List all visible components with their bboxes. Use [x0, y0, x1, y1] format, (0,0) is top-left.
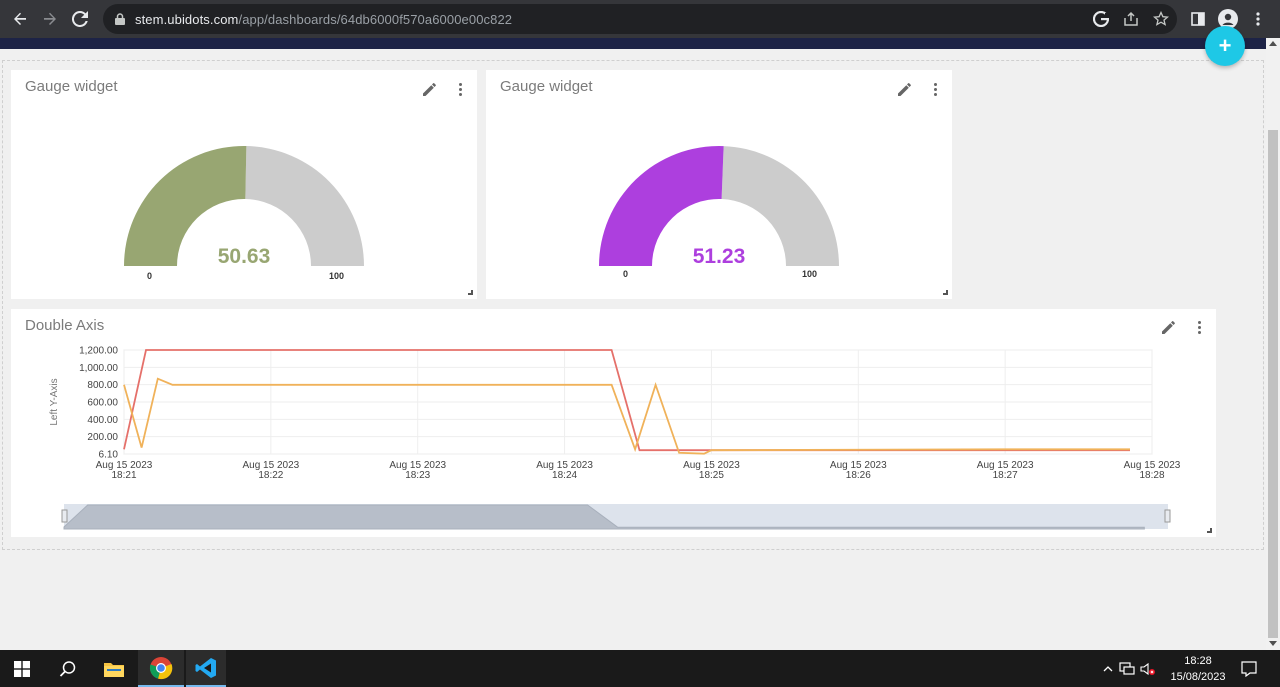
x-tick-label: 18:23	[405, 470, 430, 481]
gauge-max-label: 100	[329, 271, 345, 281]
navigator-handle-left	[61, 509, 68, 523]
lock-icon[interactable]	[115, 13, 125, 25]
page-scrollbar[interactable]	[1266, 38, 1280, 650]
y-tick-label: 800.00	[87, 380, 118, 391]
notifications-icon[interactable]	[1236, 650, 1262, 687]
gauge-max-label: 100	[802, 269, 818, 279]
y-tick-label: 1,200.00	[79, 346, 118, 357]
network-icon[interactable]	[1116, 661, 1138, 676]
resize-handle[interactable]	[943, 290, 948, 295]
gauge-value: 50.63	[217, 245, 271, 268]
scroll-down-arrow-icon[interactable]	[1269, 641, 1277, 646]
url-host: stem.ubidots.com	[135, 11, 239, 27]
navigator-handle-right	[1164, 509, 1171, 523]
y-tick-label: 6.10	[99, 450, 119, 461]
resize-handle[interactable]	[468, 290, 473, 295]
volume-muted-icon[interactable]	[1138, 662, 1158, 676]
search-icon[interactable]	[46, 650, 90, 687]
browser-menu-icon[interactable]	[1246, 7, 1270, 31]
add-widget-button[interactable]: +	[1205, 26, 1245, 66]
system-tray	[1100, 650, 1158, 687]
windows-start-icon[interactable]	[0, 650, 44, 687]
x-tick-label: 18:21	[111, 470, 136, 481]
browser-toolbar: stem.ubidots.com/app/dashboards/64db6000…	[0, 0, 1280, 38]
y-tick-label: 200.00	[87, 432, 118, 443]
gauge-min-label: 0	[147, 271, 153, 281]
back-icon[interactable]	[5, 4, 35, 34]
windows-taskbar: 18:28 15/08/2023	[0, 650, 1280, 687]
y-tick-label: 400.00	[87, 415, 118, 426]
url-text: stem.ubidots.com/app/dashboards/64db6000…	[135, 12, 512, 27]
clock-time: 18:28	[1184, 655, 1212, 667]
address-bar[interactable]: stem.ubidots.com/app/dashboards/64db6000…	[103, 4, 1177, 34]
y-axis-label: Left Y-Axis	[49, 378, 60, 425]
clock-date: 15/08/2023	[1170, 671, 1226, 683]
x-tick-label: 18:22	[258, 470, 283, 481]
gauge-widget-2: Gauge widget 51.23 0 100	[486, 70, 952, 299]
taskbar-clock[interactable]: 18:28 15/08/2023	[1160, 653, 1236, 685]
share-icon[interactable]	[1121, 9, 1141, 29]
chrome-taskbar-icon[interactable]	[138, 650, 184, 687]
gauge-widget-1: Gauge widget 50.63 0 100	[11, 70, 477, 299]
forward-icon[interactable]	[35, 4, 65, 34]
side-panel-icon[interactable]	[1186, 7, 1210, 31]
scroll-up-arrow-icon[interactable]	[1269, 41, 1277, 46]
gauge-min-label: 0	[623, 269, 629, 279]
gauge-value: 51.23	[692, 245, 746, 268]
x-tick-label: 18:26	[846, 470, 871, 481]
x-tick-label: 18:28	[1139, 470, 1164, 481]
double-axis-widget: Double Axis 1,200.00 1,000.00 800.00 600.00…	[11, 309, 1216, 537]
x-tick-label: 18:27	[993, 470, 1018, 481]
double-axis-chart[interactable]: 1,200.00 1,000.00 800.00 600.00 400.00 200.00…	[11, 309, 1216, 537]
vscode-taskbar-icon[interactable]	[186, 650, 226, 687]
reload-icon[interactable]	[65, 4, 95, 34]
chevron-up-icon[interactable]	[1100, 665, 1116, 672]
file-explorer-icon[interactable]	[92, 650, 136, 687]
url-path: /app/dashboards/64db6000f570a6000e00c822	[238, 11, 513, 27]
app-header	[0, 38, 1266, 49]
x-tick-label: 18:24	[552, 470, 577, 481]
resize-handle[interactable]	[1207, 528, 1212, 533]
x-tick-label: 18:25	[699, 470, 724, 481]
google-icon[interactable]	[1091, 9, 1111, 29]
bookmark-star-icon[interactable]	[1151, 9, 1171, 29]
scroll-thumb[interactable]	[1268, 130, 1278, 638]
y-tick-label: 600.00	[87, 398, 118, 409]
y-tick-label: 1,000.00	[79, 363, 118, 374]
